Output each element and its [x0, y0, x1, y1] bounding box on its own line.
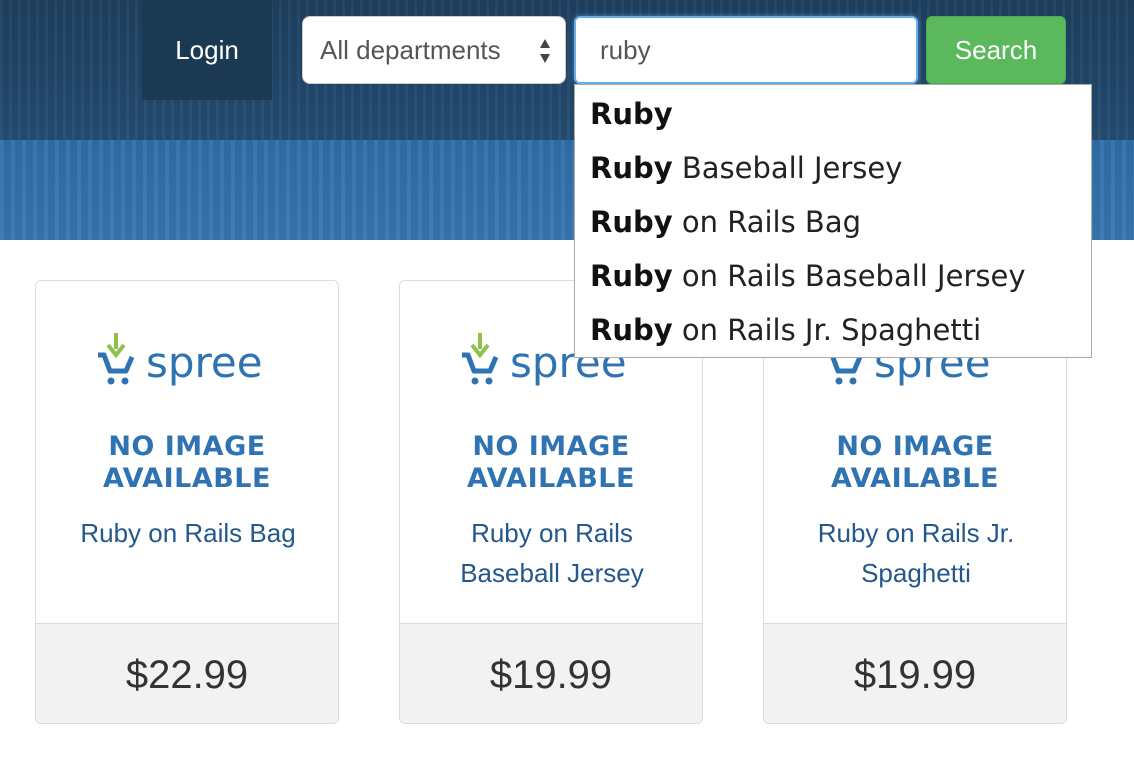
autocomplete-item[interactable]: Ruby on Rails Bag: [575, 201, 1091, 255]
spree-cart-icon: [98, 333, 135, 385]
spree-logo: spree: [94, 331, 284, 411]
spree-cart-icon: [462, 333, 499, 385]
department-select[interactable]: All departments: [302, 16, 566, 84]
product-price: $19.99: [764, 623, 1066, 723]
autocomplete-rest-text: on Rails Bag: [672, 205, 861, 239]
login-link[interactable]: Login: [142, 0, 272, 100]
autocomplete-item[interactable]: Ruby on Rails Baseball Jersey: [575, 255, 1091, 309]
spree-logo-text: spree: [146, 338, 263, 387]
product-image-placeholder[interactable]: spree NO IMAGE AVAILABLE: [36, 331, 338, 494]
autocomplete-rest-text: on Rails Jr. Spaghetti: [672, 313, 982, 347]
department-select-value: All departments: [320, 34, 501, 65]
autocomplete-match-text: Ruby: [590, 97, 673, 131]
autocomplete-match-text: Ruby: [590, 151, 673, 185]
autocomplete-dropdown: Ruby Ruby Baseball Jersey Ruby on Rails Ba…: [574, 84, 1092, 358]
autocomplete-item[interactable]: Ruby: [575, 93, 1091, 147]
search-button[interactable]: Search: [926, 16, 1066, 84]
autocomplete-match-text: Ruby: [590, 259, 673, 293]
no-image-text: NO IMAGE AVAILABLE: [103, 431, 271, 494]
product-name-link[interactable]: Ruby on Rails Bag: [56, 513, 320, 553]
autocomplete-item[interactable]: Ruby on Rails Jr. Spaghetti: [575, 309, 1091, 363]
product-price: $19.99: [400, 623, 702, 723]
autocomplete-rest-text: on Rails Baseball Jersey: [672, 259, 1026, 293]
search-input[interactable]: [574, 16, 918, 84]
no-image-text: NO IMAGE AVAILABLE: [831, 431, 999, 494]
product-card: spree NO IMAGE AVAILABLE Ruby on Rails Bag…: [35, 280, 339, 724]
no-image-text: NO IMAGE AVAILABLE: [467, 431, 635, 494]
product-name-link[interactable]: Ruby on Rails Baseball Jersey: [420, 513, 684, 593]
autocomplete-rest-text: Baseball Jersey: [672, 151, 903, 185]
autocomplete-match-text: Ruby: [590, 313, 673, 347]
product-price: $22.99: [36, 623, 338, 723]
product-name-link[interactable]: Ruby on Rails Jr. Spaghetti: [784, 513, 1048, 593]
autocomplete-match-text: Ruby: [590, 205, 673, 239]
autocomplete-item[interactable]: Ruby Baseball Jersey: [575, 147, 1091, 201]
chevron-up-down-icon: [540, 39, 550, 63]
